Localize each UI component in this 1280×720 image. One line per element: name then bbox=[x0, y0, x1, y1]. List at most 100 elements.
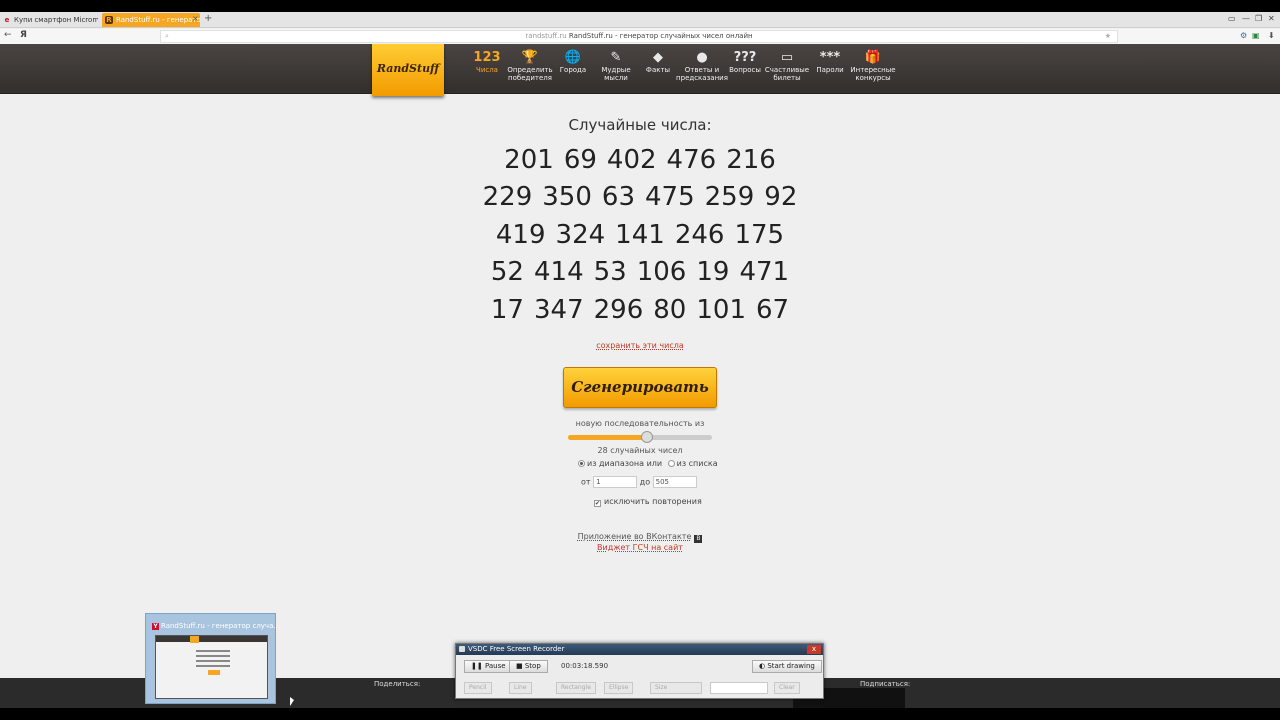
vk-app-link[interactable]: Приложение во ВКонтакте В bbox=[540, 532, 740, 543]
close-window-icon[interactable]: ✕ bbox=[1268, 14, 1275, 23]
ellipse-tool[interactable]: Ellipse bbox=[604, 682, 634, 694]
random-number: 324 bbox=[555, 220, 606, 250]
radio-list-label[interactable]: из списка bbox=[677, 459, 718, 468]
range-fields: от до bbox=[581, 476, 697, 488]
address-title: RandStuff.ru - генератор случайных чисел… bbox=[568, 32, 753, 40]
line-tool[interactable]: Line bbox=[509, 682, 532, 694]
tab-micromax[interactable]: e Купи смартфон Micromax bbox=[0, 13, 98, 27]
extension-icon[interactable]: ▣ bbox=[1252, 31, 1260, 40]
count-label: 28 случайных чисел bbox=[597, 446, 683, 455]
bookmark-star-icon[interactable]: ★ bbox=[1105, 31, 1111, 42]
minimize-icon[interactable]: — bbox=[1242, 14, 1250, 23]
screen-recorder-window: VSDC Free Screen Recorder x ❚❚ Pause ■ S… bbox=[455, 643, 824, 699]
slider-fill bbox=[568, 435, 648, 440]
recorder-close-button[interactable]: x bbox=[807, 645, 821, 654]
random-number: 141 bbox=[615, 220, 665, 250]
preview-title-text: RandStuff.ru - генератор случа... bbox=[161, 622, 281, 630]
pencil-tool[interactable]: Pencil bbox=[464, 682, 492, 694]
gift-icon: 🎁 bbox=[864, 50, 882, 65]
pause-label: Pause bbox=[484, 662, 506, 670]
start-drawing-button[interactable]: ◐ Start drawing bbox=[752, 660, 822, 673]
stop-icon: ■ bbox=[516, 662, 523, 670]
share-label: Поделиться: bbox=[374, 680, 421, 688]
save-numbers-link[interactable]: сохранить эти числа bbox=[540, 341, 740, 350]
randstuff-favicon-icon: R bbox=[105, 16, 113, 24]
exclude-repeats-label: исключить повторения bbox=[604, 497, 702, 506]
radio-range-label[interactable]: из диапазона или bbox=[587, 459, 662, 468]
recorder-title-bar[interactable]: VSDC Free Screen Recorder bbox=[456, 644, 823, 655]
back-icon[interactable]: ← bbox=[4, 30, 12, 40]
color-select[interactable] bbox=[710, 682, 768, 694]
random-number: 475 bbox=[645, 182, 695, 212]
start-drawing-label: Start drawing bbox=[767, 662, 815, 670]
random-number: 402 bbox=[606, 145, 657, 175]
size-select[interactable]: Size bbox=[650, 682, 702, 694]
radio-range[interactable] bbox=[578, 460, 585, 467]
tab-label: Купи смартфон Micromax bbox=[14, 16, 98, 24]
yandex-icon[interactable]: Я bbox=[20, 30, 27, 40]
vk-icon: В bbox=[694, 535, 703, 543]
random-number: 106 bbox=[636, 257, 687, 287]
random-number: 259 bbox=[704, 182, 755, 212]
widget-link[interactable]: Виджет ГСЧ на сайт bbox=[540, 543, 740, 552]
from-input[interactable] bbox=[593, 476, 638, 488]
pause-icon: ❚❚ bbox=[471, 662, 483, 670]
to-input[interactable] bbox=[652, 476, 697, 488]
random-number: 414 bbox=[533, 257, 584, 287]
random-number: 17 bbox=[490, 295, 524, 325]
generate-button[interactable]: Сгенерировать bbox=[563, 367, 717, 408]
slider-handle[interactable] bbox=[641, 431, 654, 443]
tab-close-icon[interactable]: × bbox=[192, 14, 199, 23]
exclude-repeats-checkbox[interactable]: ✔ bbox=[594, 500, 601, 507]
number-row: 229 350 63 475 259 92 bbox=[400, 182, 880, 212]
stop-button[interactable]: ■ Stop bbox=[509, 660, 548, 673]
exclude-repeats-option[interactable]: ✔ исключить повторения bbox=[594, 497, 702, 507]
window-tabs-icon[interactable]: ▭ bbox=[1228, 14, 1236, 23]
rectangle-tool[interactable]: Rectangle bbox=[556, 682, 596, 694]
random-number: 471 bbox=[739, 257, 790, 287]
random-number: 80 bbox=[653, 295, 687, 325]
random-number: 175 bbox=[734, 220, 785, 250]
number-row: 419 324 141 246 175 bbox=[400, 220, 880, 250]
nav-contests[interactable]: 🎁 Интересные конкурсы bbox=[847, 46, 899, 82]
pause-button[interactable]: ❚❚ Pause bbox=[464, 660, 513, 673]
random-number: 19 bbox=[696, 257, 730, 287]
radio-list[interactable] bbox=[667, 460, 675, 467]
taskbar-preview[interactable]: Y RandStuff.ru - генератор случа... bbox=[145, 613, 280, 704]
to-label: до bbox=[639, 477, 651, 487]
stop-label: Stop bbox=[524, 662, 541, 670]
preview-image bbox=[155, 635, 268, 699]
random-number: 296 bbox=[593, 295, 644, 325]
palette-icon: ◐ bbox=[759, 662, 766, 670]
browser-favicon-icon: Y bbox=[152, 623, 159, 630]
source-options: из диапазона или из списка bbox=[578, 459, 718, 468]
subscribe-label: Подписаться: bbox=[860, 680, 911, 688]
translate-icon[interactable]: ⚙ bbox=[1240, 31, 1247, 40]
sequence-label: новую последовательность из bbox=[575, 419, 705, 428]
random-number: 67 bbox=[756, 295, 790, 325]
search-icon: ⌕ bbox=[165, 32, 169, 40]
address-bar[interactable]: ⌕ randstuff.ru RandStuff.ru - генератор … bbox=[160, 30, 1118, 43]
nav-label: Интересные конкурсы bbox=[850, 66, 896, 82]
page-title: Случайные числа: bbox=[568, 116, 712, 134]
tab-randstuff[interactable]: R RandStuff.ru - генератор сл bbox=[102, 13, 200, 27]
random-number: 201 bbox=[504, 145, 554, 175]
random-number: 52 bbox=[490, 257, 524, 287]
random-number: 229 bbox=[482, 182, 533, 212]
random-number: 216 bbox=[726, 145, 776, 175]
new-tab-icon[interactable]: + bbox=[204, 13, 212, 24]
clear-tool[interactable]: Clear bbox=[774, 682, 800, 694]
random-number: 92 bbox=[764, 182, 798, 212]
os-top-strip bbox=[0, 0, 1280, 12]
random-number: 419 bbox=[495, 220, 546, 250]
tab-label: RandStuff.ru - генератор сл bbox=[116, 16, 200, 24]
preview-title: Y RandStuff.ru - генератор случа... bbox=[152, 622, 280, 630]
restore-icon[interactable]: ❐ bbox=[1255, 14, 1262, 23]
download-icon[interactable]: ⬇ bbox=[1268, 31, 1275, 40]
count-slider[interactable] bbox=[568, 431, 712, 443]
number-row: 52 414 53 106 19 471 bbox=[400, 257, 880, 287]
random-number: 476 bbox=[666, 145, 717, 175]
mouse-cursor-icon bbox=[290, 697, 294, 706]
vk-app-label: Приложение во ВКонтакте bbox=[577, 532, 692, 541]
randstuff-logo[interactable]: RandStuff bbox=[372, 44, 444, 96]
